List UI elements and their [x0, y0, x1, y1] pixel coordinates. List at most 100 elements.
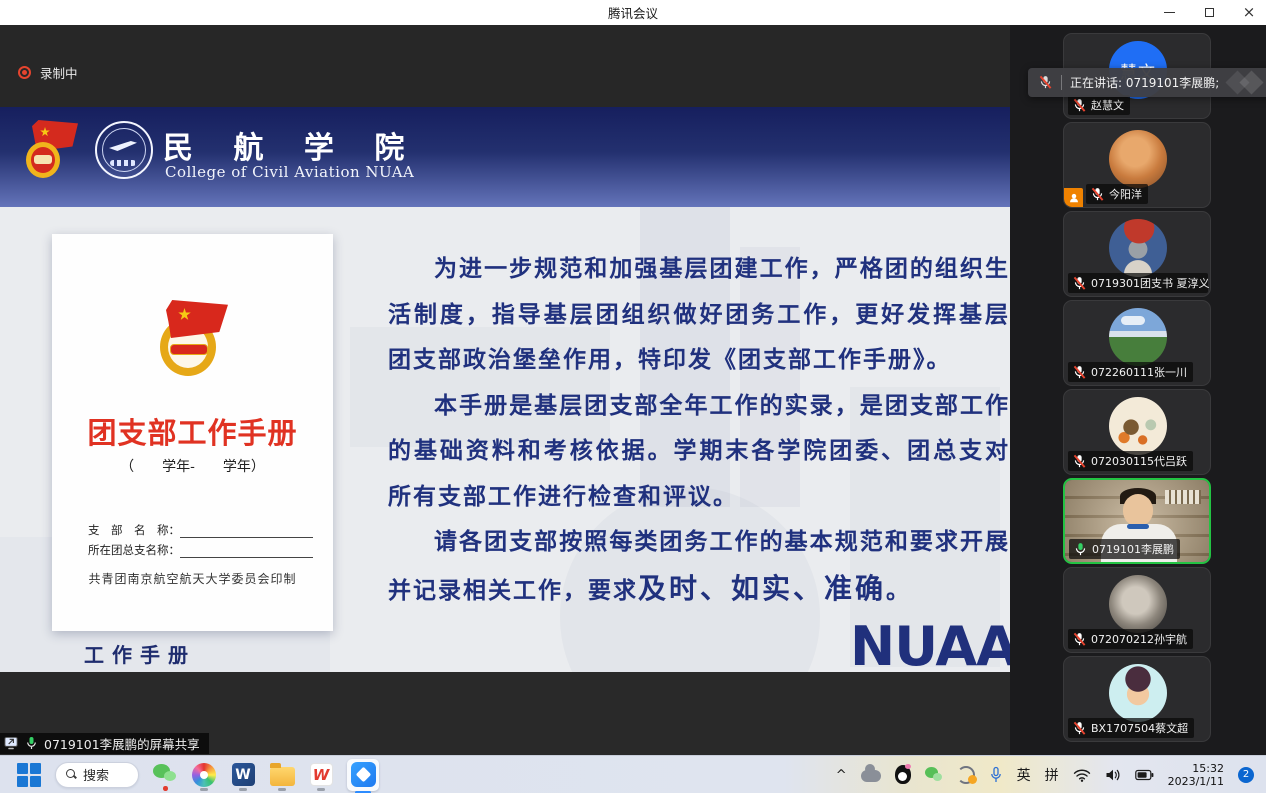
recording-indicator[interactable]: 录制中 [18, 63, 78, 82]
mic-muted-icon [1072, 454, 1087, 469]
participant-name-label: 今阳洋 [1086, 184, 1148, 204]
clock-date: 2023/1/11 [1168, 775, 1224, 788]
mic-on-icon [1073, 542, 1088, 557]
language-indicator[interactable]: 英 [1017, 765, 1031, 785]
manual-year-line: （ 学年- 学年） [52, 456, 333, 476]
system-tray: ^ 英 拼 [836, 762, 1266, 788]
participant-tile[interactable]: 072260111张一川 [1063, 300, 1211, 386]
paragraph-1: 为进一步规范和加强基层团建工作，严格团的组织生活制度，指导基层团组织做好团务工作… [388, 247, 1010, 384]
youth-league-emblem-icon [152, 300, 234, 386]
mic-muted-icon [1072, 632, 1087, 647]
mic-muted-icon [1072, 365, 1087, 380]
participant-name-label: BX1707504蔡文超 [1068, 718, 1194, 738]
speaking-tooltip: 正在讲话: 0719101李展鹏; [1028, 68, 1266, 97]
participant-tile[interactable]: 072030115代吕跃 [1063, 389, 1211, 475]
battery-icon[interactable] [1135, 769, 1154, 781]
tray-expand-chevron[interactable]: ^ [836, 768, 847, 783]
sync-icon[interactable] [957, 766, 975, 784]
qq-icon[interactable] [895, 765, 911, 784]
manual-title: 团支部工作手册 [52, 410, 333, 452]
participant-name-label: 0719101李展鹏 [1069, 539, 1180, 559]
stage-background: 0719101李展鹏的屏幕共享 [0, 672, 1010, 755]
college-title: 民 航 学 院 [163, 123, 419, 167]
taskbar-apps: 搜索 W W [0, 759, 379, 791]
branch-name-blank-line [180, 526, 313, 538]
participant-tile[interactable]: 0719301团支书 夏淳义 [1063, 211, 1211, 297]
screen-share-icon [4, 736, 19, 751]
participant-tile[interactable]: BX1707504蔡文超 [1063, 656, 1211, 742]
onedrive-cloud-icon[interactable] [861, 770, 881, 782]
mic-muted-icon [1072, 276, 1087, 291]
manual-cover: 团支部工作手册 （ 学年- 学年） 支 部 名 称： 所在团总支名称： 共青团南… [52, 234, 333, 631]
paragraph-3: 请各团支部按照每类团务工作的基本规范和要求开展并记录相关工作，要求及时、如实、准… [388, 520, 1010, 614]
mic-muted-icon [1072, 98, 1087, 113]
participant-name-label: 072030115代吕跃 [1068, 451, 1193, 471]
avatar [1109, 397, 1167, 455]
ime-indicator[interactable]: 拼 [1045, 765, 1059, 785]
college-logo-icon [95, 121, 153, 179]
running-indicator [317, 788, 325, 791]
notification-badge[interactable]: 2 [1238, 767, 1254, 783]
college-subtitle: College of Civil Aviation NUAA [165, 163, 414, 181]
screen-share-status-text: 0719101李展鹏的屏幕共享 [44, 734, 200, 753]
youth-league-flag-icon [24, 120, 80, 182]
meeting-watermark-icon [1227, 71, 1266, 95]
window-controls: × [1160, 0, 1258, 25]
slide-caption: 工作手册 [84, 639, 196, 668]
wechat-tray-icon[interactable] [925, 767, 943, 783]
notification-dot [163, 786, 168, 791]
screen-share-status: 0719101李展鹏的屏幕共享 [0, 733, 209, 754]
slide-banner: 民 航 学 院 College of Civil Aviation NUAA [0, 107, 1010, 207]
file-explorer-icon[interactable] [269, 760, 295, 790]
manual-publisher: 共青团南京航空航天大学委员会印制 [52, 570, 333, 587]
start-icon[interactable] [16, 762, 42, 788]
participant-tile[interactable]: 今阳洋 [1063, 122, 1211, 208]
running-indicator [239, 788, 247, 791]
maximize-icon[interactable] [1200, 4, 1218, 22]
avatar [1109, 575, 1167, 633]
mic-muted-icon [1038, 75, 1053, 90]
participant-name-label: 赵慧文 [1068, 95, 1130, 115]
mic-muted-icon [1090, 187, 1105, 202]
wifi-icon[interactable] [1073, 768, 1091, 782]
recording-dot-icon [18, 66, 31, 79]
volume-icon[interactable] [1105, 768, 1121, 782]
wechat-icon[interactable] [152, 760, 178, 790]
search-label: 搜索 [83, 765, 109, 784]
tencent-meeting-window: 腾讯会议 × 录制中 民 航 学 院 College of Civil Avia… [0, 0, 1266, 793]
running-indicator [200, 788, 208, 791]
member-icon [1064, 188, 1083, 207]
taskbar-clock[interactable]: 15:32 2023/1/11 [1168, 762, 1224, 788]
slide-paragraphs: 为进一步规范和加强基层团建工作，严格团的组织生活制度，指导基层团组织做好团务工作… [388, 247, 1010, 614]
participant-name-label: 072260111张一川 [1068, 362, 1193, 382]
participant-tiles: 慧文 赵慧文 今阳洋 0719 [1063, 33, 1211, 742]
participant-tile[interactable]: 072070212孙宇航 [1063, 567, 1211, 653]
word-icon[interactable]: W [230, 760, 256, 790]
general-branch-label: 所在团总支名称： [88, 542, 180, 558]
microphone-icon[interactable] [989, 766, 1003, 784]
mic-on-icon [24, 736, 39, 751]
participant-name-label: 072070212孙宇航 [1068, 629, 1193, 649]
participant-tile-active-speaker[interactable]: 0719101李展鹏 [1063, 478, 1211, 564]
general-branch-blank-line [180, 546, 313, 558]
search-input[interactable]: 搜索 [55, 762, 139, 788]
windows-taskbar: 搜索 W W ^ 英 拼 [0, 755, 1266, 793]
manual-fields: 支 部 名 称： 所在团总支名称： [88, 522, 313, 562]
avatar [1109, 664, 1167, 722]
minimize-icon[interactable] [1160, 4, 1178, 22]
nuaa-logo: NUAA [850, 615, 1010, 672]
branch-name-label: 支 部 名 称： [88, 522, 180, 538]
slide-body: 团支部工作手册 （ 学年- 学年） 支 部 名 称： 所在团总支名称： 共青团南… [0, 207, 1010, 672]
wps-icon[interactable]: W [308, 760, 334, 790]
participants-panel: 慧文 赵慧文 今阳洋 0719 [1010, 25, 1266, 755]
window-titlebar: 腾讯会议 × [0, 0, 1266, 25]
running-indicator [278, 788, 286, 791]
meeting-toolbar: 录制中 [0, 25, 1010, 107]
browser-colorful-icon[interactable] [191, 760, 217, 790]
paragraph-3-emphasis: 及时、如实、准确 [638, 572, 886, 605]
search-icon [66, 769, 77, 780]
close-icon[interactable]: × [1240, 4, 1258, 22]
tencent-meeting-icon[interactable] [347, 759, 379, 791]
participant-name-label: 0719301团支书 夏淳义 [1068, 273, 1208, 293]
window-title: 腾讯会议 [608, 3, 658, 22]
